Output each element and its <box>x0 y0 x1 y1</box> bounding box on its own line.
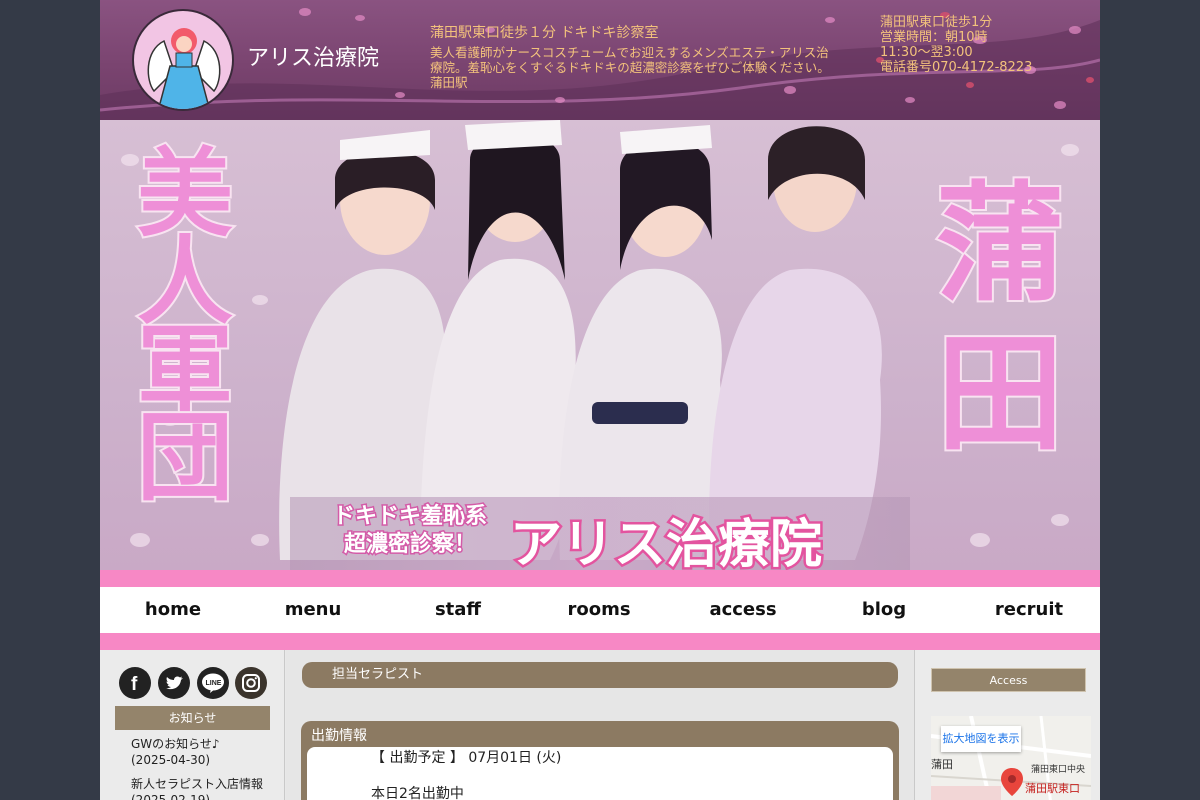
map-enlarge-button[interactable]: 拡大地図を表示 <box>941 726 1021 752</box>
news-title[interactable]: GWのお知らせ♪ <box>131 736 220 752</box>
hours-info: 営業時間：朝10時 <box>880 30 988 45</box>
nav-item-rooms[interactable]: rooms <box>556 587 642 633</box>
nav-item-recruit[interactable]: recruit <box>986 587 1072 633</box>
line-icon[interactable]: LINE <box>197 667 229 699</box>
page: アリス治療院 蒲田駅東口徒歩１分 ドキドキ診察室 美人看護師がナースコスチューム… <box>100 0 1100 800</box>
nav-border-top <box>100 570 1100 587</box>
schedule-status: 本日2名出勤中 <box>371 786 464 800</box>
shop-info: 蒲田駅東口徒歩1分 営業時間：朝10時 11:30〜翌3:00 電話番号070-… <box>880 15 1032 75</box>
card-body: 【 出勤予定 】 07月01日 (火) 本日2名出勤中 <box>307 747 893 800</box>
site-description: 美人看護師がナースコスチュームでお迎えするメンズエステ・アリス治療院。羞恥心をく… <box>430 45 830 90</box>
site-header: アリス治療院 蒲田駅東口徒歩１分 ドキドキ診察室 美人看護師がナースコスチューム… <box>100 0 1100 120</box>
tagline: 蒲田駅東口徒歩１分 ドキドキ診察室 <box>430 25 659 41</box>
news-title[interactable]: 新人セラピスト入店情報 <box>131 776 263 792</box>
main-nav: home menu staff rooms access blog recrui… <box>100 587 1100 633</box>
main-column: 担当セラピスト 出勤情報 【 出勤予定 】 07月01日 (火) 本日2名出勤中 <box>286 650 914 800</box>
nav-item-menu[interactable]: menu <box>270 587 356 633</box>
map-station-label: 蒲田駅東口 <box>1025 782 1080 795</box>
svg-text:f: f <box>131 674 138 695</box>
nav-item-home[interactable]: home <box>130 587 216 633</box>
nav-item-staff[interactable]: staff <box>415 587 501 633</box>
banner-subtitle: ドキドキ羞恥系 超濃密診察！ <box>320 503 500 559</box>
news-date: (2025-04-30) <box>131 753 211 767</box>
nav-item-access[interactable]: access <box>700 587 786 633</box>
news-date: (2025-02-19) <box>131 793 211 800</box>
svg-text:LINE: LINE <box>206 680 222 687</box>
news-header: お知らせ <box>115 706 270 730</box>
right-sidebar: Access 拡大地図を表示 蒲田 蒲田東口中央 蒲田駅東口 <box>914 650 1100 800</box>
twitter-icon[interactable] <box>158 667 190 699</box>
schedule-card: 出勤情報 【 出勤予定 】 07月01日 (火) 本日2名出勤中 <box>301 721 899 800</box>
news-item[interactable]: GWのお知らせ♪ (2025-04-30) <box>131 736 220 768</box>
site-title[interactable]: アリス治療院 <box>247 40 379 72</box>
content-area: f LINE お知らせ GWのお知らせ♪ (2025-04-30) 新人セラピス… <box>100 650 1100 800</box>
hero-banner: 美人軍団 蒲田 ドキドキ羞恥系 超濃密診察！ アリス治療院 <box>100 120 1100 570</box>
phone-number[interactable]: 電話番号070-4172-8223 <box>880 60 1032 75</box>
nav-item-blog[interactable]: blog <box>841 587 927 633</box>
nav-border-bottom <box>100 633 1100 650</box>
hero-left-text: 美人軍団 <box>135 138 235 514</box>
map-area-label: 蒲田 <box>931 758 953 771</box>
news-item[interactable]: 新人セラピスト入店情報 (2025-02-19) <box>131 776 263 800</box>
logo[interactable] <box>132 9 234 111</box>
instagram-icon[interactable] <box>235 667 267 699</box>
map-street-label: 蒲田東口中央 <box>1031 765 1086 775</box>
map-pin-icon <box>1001 768 1023 796</box>
map-embed[interactable]: 拡大地図を表示 蒲田 蒲田東口中央 蒲田駅東口 <box>931 716 1091 800</box>
hours-range: 11:30〜翌3:00 <box>880 45 973 60</box>
banner-title: アリス治療院 <box>507 513 824 571</box>
card-title: 出勤情報 <box>311 728 367 744</box>
facebook-icon[interactable]: f <box>119 667 151 699</box>
banner-subtitle-line2: 超濃密診察！ <box>342 531 477 559</box>
angel-logo-icon <box>147 28 221 109</box>
banner-subtitle-line1: ドキドキ羞恥系 <box>331 503 488 531</box>
schedule-date: 【 出勤予定 】 07月01日 (火) <box>371 750 562 766</box>
access-header: Access <box>931 668 1086 692</box>
station-info: 蒲田駅東口徒歩1分 <box>880 15 993 30</box>
left-sidebar: f LINE お知らせ GWのお知らせ♪ (2025-04-30) 新人セラピス… <box>100 650 285 800</box>
section-title: 担当セラピスト <box>302 662 898 688</box>
hero-right-text: 蒲田 <box>934 168 1066 471</box>
